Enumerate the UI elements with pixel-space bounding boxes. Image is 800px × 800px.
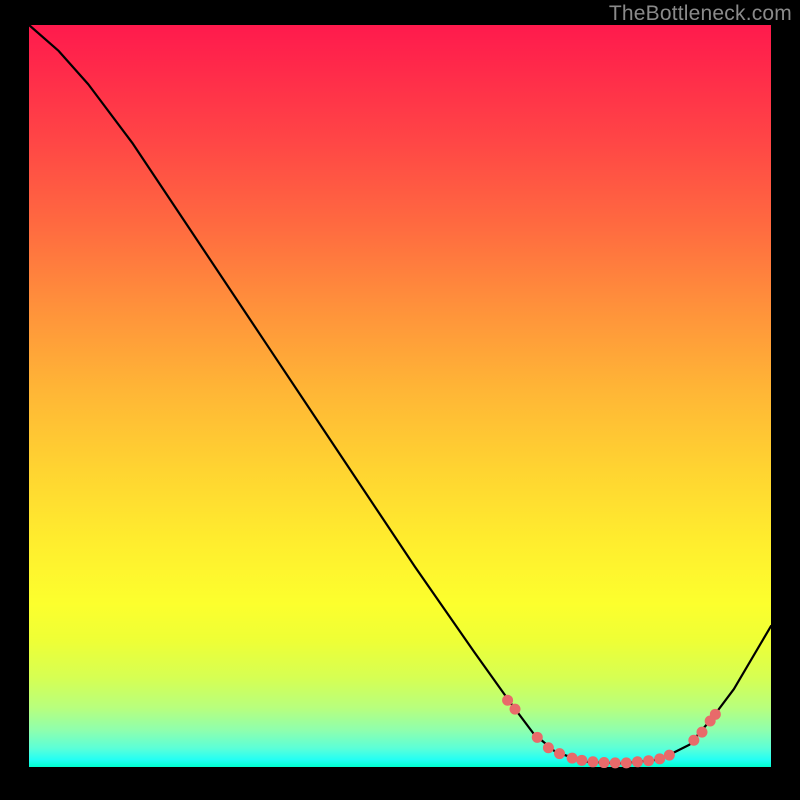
chart-frame [29, 25, 771, 767]
data-marker [643, 755, 654, 766]
data-marker [664, 750, 675, 761]
data-marker [554, 748, 565, 759]
watermark-text: TheBottleneck.com [609, 2, 792, 26]
data-marker [710, 709, 721, 720]
data-marker [632, 756, 643, 767]
data-marker [621, 757, 632, 768]
data-marker [587, 756, 598, 767]
data-marker [654, 753, 665, 764]
data-marker [576, 755, 587, 766]
chart-svg [29, 25, 771, 767]
data-marker [599, 757, 610, 768]
data-marker [567, 753, 578, 764]
data-marker [696, 727, 707, 738]
data-marker [543, 742, 554, 753]
data-markers [502, 695, 721, 769]
data-marker [510, 704, 521, 715]
data-marker [610, 757, 621, 768]
data-marker [532, 732, 543, 743]
data-marker [688, 735, 699, 746]
data-marker [502, 695, 513, 706]
bottleneck-curve [29, 25, 771, 763]
